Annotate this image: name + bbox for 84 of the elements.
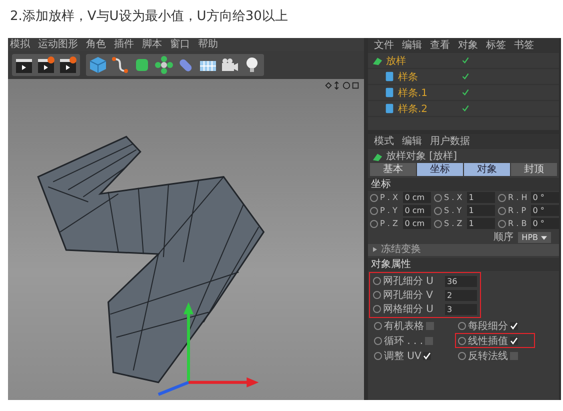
option-label: 循环 . . .: [384, 334, 424, 348]
checkbox[interactable]: [510, 352, 518, 360]
collapsed-section[interactable]: 冻结变换: [368, 244, 559, 256]
expand-triangle-icon: [373, 247, 377, 252]
number-field[interactable]: 0 cm: [402, 218, 431, 229]
field-label: R . B: [508, 219, 528, 228]
panel-menu-item[interactable]: 标签: [486, 39, 506, 52]
option-label: 调整 UV: [384, 350, 422, 362]
menu-item[interactable]: 插件: [114, 38, 134, 50]
enabled-check-icon[interactable]: [462, 105, 469, 112]
viewport[interactable]: [8, 79, 364, 400]
menu-item[interactable]: 脚本: [142, 38, 162, 50]
clapperboard-icon[interactable]: [36, 55, 56, 75]
panel-menu-item[interactable]: 模式: [374, 135, 394, 148]
number-field[interactable]: 3: [445, 304, 477, 314]
checkbox[interactable]: [426, 322, 434, 330]
checkbox[interactable]: [423, 352, 432, 360]
caption-text: 2.添加放样，V与U设为最小值，U方向给30以上: [9, 8, 289, 26]
number-field[interactable]: 1: [466, 192, 495, 203]
section-header: 坐标: [368, 178, 559, 191]
object-title: 放样对象 [放样]: [386, 150, 457, 163]
flower-icon[interactable]: [154, 55, 174, 75]
field-label: R . H: [508, 193, 528, 202]
field-label: S . X: [444, 193, 464, 202]
field-label: P . X: [380, 193, 399, 202]
menu-item[interactable]: 运动图形: [38, 38, 78, 50]
loft-icon: [372, 55, 383, 66]
field-label: 网格细分 U: [383, 302, 434, 316]
field-label: R . P: [508, 206, 528, 215]
panel-menu-item[interactable]: 编辑: [402, 39, 422, 52]
panel-menu-item[interactable]: 编辑: [402, 135, 422, 148]
caret-icon: [541, 236, 547, 240]
field-label: P . Z: [380, 219, 399, 228]
tab[interactable]: 封顶: [511, 163, 557, 176]
spline-icon: [384, 87, 395, 98]
cube-icon[interactable]: [88, 55, 108, 75]
panel-menu-item[interactable]: 查看: [430, 39, 450, 52]
number-field[interactable]: 0 cm: [402, 205, 431, 216]
panel-menu-item[interactable]: 用户数据: [430, 135, 470, 148]
panel-menu-item[interactable]: 对象: [458, 39, 478, 52]
field-label: S . Y: [444, 206, 463, 215]
number-field[interactable]: 0 °: [530, 218, 559, 229]
enabled-check-icon[interactable]: [462, 73, 469, 80]
menu-item[interactable]: 模拟: [10, 38, 30, 50]
number-field[interactable]: 0 cm: [402, 192, 431, 203]
field-label: 顺序: [494, 230, 514, 244]
object-name[interactable]: 样条: [398, 70, 456, 84]
checkbox[interactable]: [510, 336, 518, 344]
number-field[interactable]: 1: [466, 218, 495, 229]
order-dropdown[interactable]: HPB: [518, 232, 551, 242]
object-name[interactable]: 样条.1: [398, 86, 456, 100]
field-label: P . Y: [380, 206, 398, 215]
enabled-check-icon[interactable]: [462, 89, 469, 96]
clapperboard-icon[interactable]: [58, 55, 78, 75]
option-label: 反转法线: [468, 350, 508, 362]
checkbox[interactable]: [510, 322, 518, 330]
spline-icon: [384, 71, 395, 82]
field-label: 网孔细分 V: [383, 289, 434, 302]
number-field[interactable]: 2: [445, 290, 477, 300]
field-label: S . Z: [444, 219, 464, 228]
field-label: 网孔细分 U: [383, 275, 434, 288]
object-name[interactable]: 放样: [386, 54, 444, 68]
option-label: 有机表格: [384, 320, 424, 332]
tab[interactable]: 对象: [464, 163, 510, 176]
section-header: 对象属性: [368, 258, 559, 271]
option-label: 线性插值: [468, 334, 508, 348]
number-field[interactable]: 1: [466, 205, 495, 216]
menu-item[interactable]: 帮助: [198, 38, 218, 50]
panel-menu-item[interactable]: 文件: [374, 39, 394, 52]
number-field[interactable]: 0 °: [530, 192, 559, 203]
tab[interactable]: 坐标: [417, 163, 463, 176]
number-field[interactable]: 36: [445, 276, 477, 286]
menu-item[interactable]: 窗口: [170, 38, 190, 50]
object-name[interactable]: 样条.2: [398, 102, 456, 116]
menu-item[interactable]: 角色: [86, 38, 106, 50]
checkbox[interactable]: [425, 336, 434, 344]
enabled-check-icon[interactable]: [462, 57, 469, 64]
panel-menu-item[interactable]: 书签: [514, 39, 534, 52]
option-label: 每段细分: [468, 320, 508, 332]
viewport-navigation-icon[interactable]: [324, 81, 360, 90]
spline-icon: [384, 103, 395, 114]
tab[interactable]: 基本: [370, 163, 416, 176]
spline-pen-icon[interactable]: [110, 55, 130, 75]
number-field[interactable]: 0 °: [530, 205, 559, 216]
